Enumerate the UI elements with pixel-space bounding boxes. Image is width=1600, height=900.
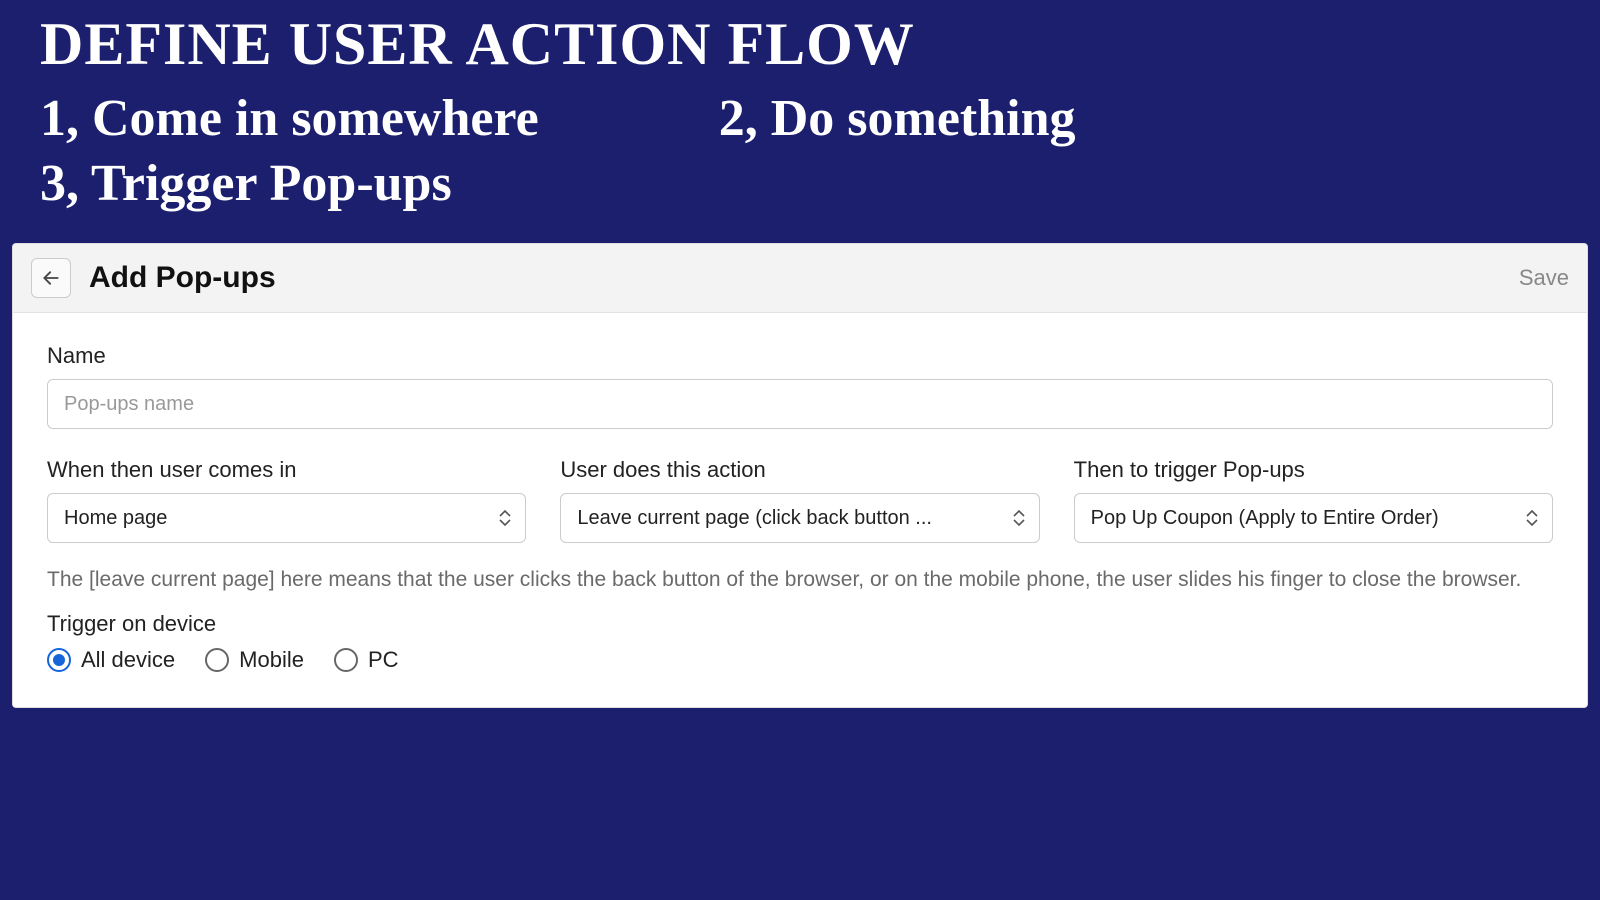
action-hint: The [leave current page] here means that…	[47, 565, 1553, 595]
slide-step-2: 2, Do something	[719, 89, 1076, 148]
device-pc-label: PC	[368, 647, 399, 673]
flow-columns: When then user comes in Home page User d…	[47, 457, 1553, 543]
slide-step-3: 3, Trigger Pop-ups	[40, 154, 452, 213]
back-button[interactable]	[31, 258, 71, 298]
action-label: User does this action	[560, 457, 1039, 483]
panel-header: Add Pop-ups Save	[13, 244, 1587, 313]
name-input[interactable]	[47, 379, 1553, 429]
device-mobile-label: Mobile	[239, 647, 304, 673]
device-radio-group: All device Mobile PC	[47, 647, 1553, 673]
arrow-left-icon	[41, 268, 61, 288]
trigger-label: Then to trigger Pop-ups	[1074, 457, 1553, 483]
comes-in-value: Home page	[64, 507, 483, 530]
radio-empty-icon	[205, 648, 229, 672]
save-button[interactable]: Save	[1519, 265, 1569, 291]
slide-steps: 1, Come in somewhere 2, Do something 3, …	[40, 89, 1560, 213]
trigger-column: Then to trigger Pop-ups Pop Up Coupon (A…	[1074, 457, 1553, 543]
device-radio-all[interactable]: All device	[47, 647, 175, 673]
radio-empty-icon	[334, 648, 358, 672]
comes-in-column: When then user comes in Home page	[47, 457, 526, 543]
add-popups-panel: Add Pop-ups Save Name When then user com…	[12, 243, 1588, 708]
device-radio-pc[interactable]: PC	[334, 647, 399, 673]
panel-title: Add Pop-ups	[89, 261, 1519, 295]
name-label: Name	[47, 343, 1553, 369]
device-label: Trigger on device	[47, 611, 1553, 637]
action-value: Leave current page (click back button ..…	[577, 507, 996, 530]
trigger-select[interactable]: Pop Up Coupon (Apply to Entire Order)	[1074, 493, 1553, 543]
radio-selected-icon	[47, 648, 71, 672]
device-radio-mobile[interactable]: Mobile	[205, 647, 304, 673]
panel-body: Name When then user comes in Home page U…	[13, 313, 1587, 707]
slide-step-1: 1, Come in somewhere	[40, 89, 539, 148]
action-select[interactable]: Leave current page (click back button ..…	[560, 493, 1039, 543]
action-column: User does this action Leave current page…	[560, 457, 1039, 543]
comes-in-label: When then user comes in	[47, 457, 526, 483]
slide-title: DEFINE USER ACTION FLOW	[40, 10, 1560, 79]
device-all-label: All device	[81, 647, 175, 673]
trigger-value: Pop Up Coupon (Apply to Entire Order)	[1091, 507, 1510, 530]
chevron-sort-icon	[499, 510, 511, 526]
chevron-sort-icon	[1526, 510, 1538, 526]
comes-in-select[interactable]: Home page	[47, 493, 526, 543]
chevron-sort-icon	[1013, 510, 1025, 526]
slide-header: DEFINE USER ACTION FLOW 1, Come in somew…	[0, 0, 1600, 233]
